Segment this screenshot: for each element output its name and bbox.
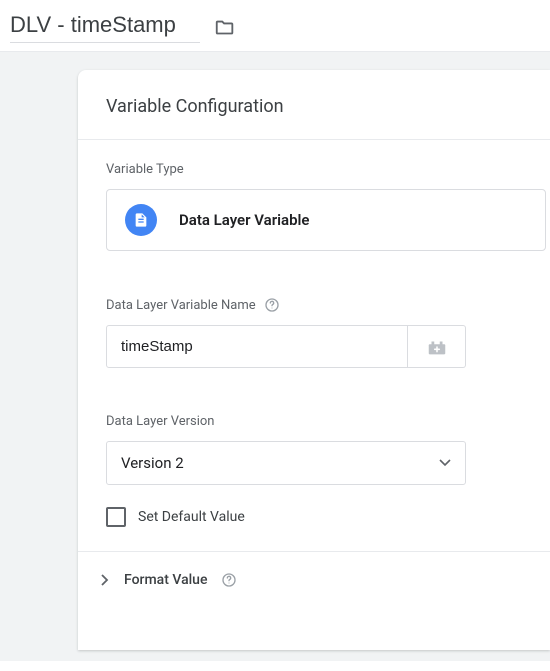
variable-config-card: Variable Configuration Variable Type Dat…: [78, 70, 550, 650]
set-default-row[interactable]: Set Default Value: [78, 485, 550, 551]
set-default-label: Set Default Value: [138, 509, 245, 525]
variable-name-field-wrap: [10, 12, 200, 43]
page-header: [0, 0, 550, 51]
data-layer-variable-icon: [125, 204, 157, 236]
caret-down-icon: [439, 459, 451, 467]
variable-type-label: Variable Type: [106, 162, 550, 177]
card-title: Variable Configuration: [78, 96, 550, 139]
dlv-version-select[interactable]: Version 2: [106, 441, 466, 485]
set-default-checkbox[interactable]: [106, 507, 126, 527]
format-value-row[interactable]: Format Value: [78, 552, 550, 608]
format-value-label: Format Value: [124, 572, 207, 588]
variable-type-value: Data Layer Variable: [179, 211, 309, 229]
chevron-right-icon: [100, 573, 110, 587]
dlv-name-section: Data Layer Variable Name: [78, 275, 550, 368]
content-background: Variable Configuration Variable Type Dat…: [0, 51, 550, 661]
dlv-version-selected: Version 2: [121, 454, 184, 472]
variable-type-section: Variable Type Data Layer Variable: [78, 140, 550, 251]
variable-type-selector[interactable]: Data Layer Variable: [106, 189, 546, 251]
dlv-name-label: Data Layer Variable Name: [106, 297, 550, 313]
folder-icon[interactable]: [214, 17, 236, 39]
insert-variable-button[interactable]: [408, 325, 466, 368]
help-icon[interactable]: [221, 572, 237, 588]
variable-name-input[interactable]: [10, 12, 200, 38]
dlv-name-label-text: Data Layer Variable Name: [106, 298, 256, 313]
dlv-name-input[interactable]: [106, 325, 408, 368]
dlv-version-label: Data Layer Version: [106, 414, 550, 429]
dlv-name-input-row: [106, 325, 466, 368]
help-icon[interactable]: [264, 297, 280, 313]
dlv-version-section: Data Layer Version Version 2: [78, 392, 550, 485]
